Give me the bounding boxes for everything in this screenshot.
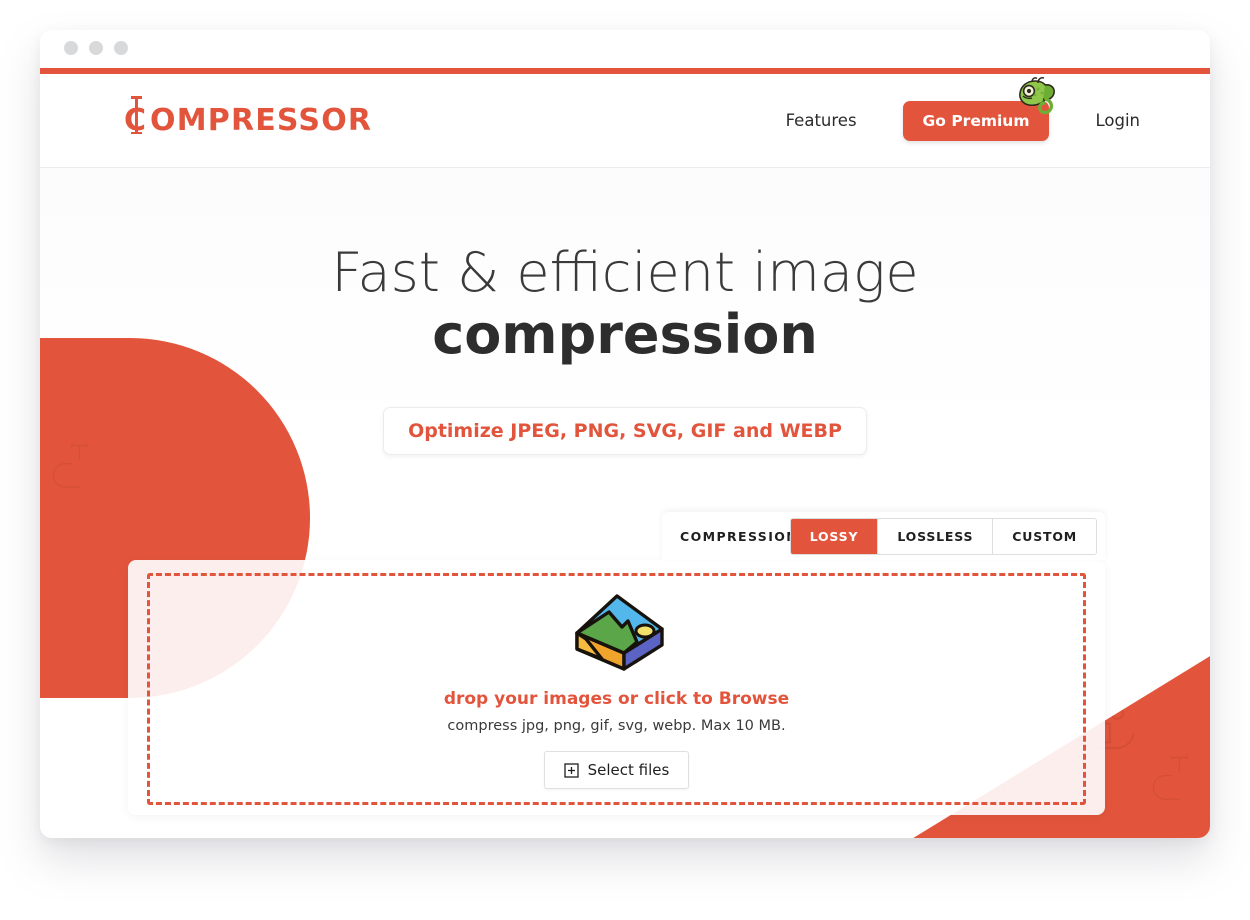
go-premium-button[interactable]: Go Premium <box>902 100 1050 141</box>
site-header: C OMPRESSOR Features Go Premium <box>40 74 1210 168</box>
nav-link-features[interactable]: Features <box>786 111 857 130</box>
select-files-button[interactable]: Select files <box>543 751 690 789</box>
compression-option-lossless[interactable]: LOSSLESS <box>878 518 994 554</box>
file-dropzone[interactable]: drop your images or click to Browse comp… <box>147 573 1086 805</box>
clamp-screw-icon <box>131 96 141 134</box>
page-title: Fast & efficient image compression <box>40 241 1210 367</box>
nav-link-login[interactable]: Login <box>1095 111 1140 130</box>
image-stack-icon <box>574 594 664 671</box>
go-premium-wrapper: Go Premium <box>902 76 1056 141</box>
compression-option-lossy[interactable]: LOSSY <box>790 518 879 554</box>
logo-clamp-icon: C <box>124 96 150 138</box>
hero-title-line-1: Fast & efficient image <box>331 241 919 304</box>
supported-formats-badge: Optimize JPEG, PNG, SVG, GIF and WEBP <box>383 406 867 455</box>
plus-square-icon <box>563 762 579 778</box>
minimize-icon[interactable] <box>89 41 103 55</box>
window-titlebar <box>40 30 1210 66</box>
maximize-icon[interactable] <box>114 41 128 55</box>
browser-window: C OMPRESSOR Features Go Premium <box>40 30 1210 838</box>
compression-type-bar: COMPRESSION TYPE ? : LOSSY LOSSLESS CUST… <box>662 512 1105 560</box>
compression-option-custom[interactable]: CUSTOM <box>993 518 1096 554</box>
logo-text: OMPRESSOR <box>150 103 373 138</box>
site-logo[interactable]: C OMPRESSOR <box>124 96 373 138</box>
main-nav: Features Go Premium Login <box>786 76 1140 141</box>
dropzone-secondary-text: compress jpg, png, gif, svg, webp. Max 1… <box>447 718 786 734</box>
page-body: Fast & efficient image compression Optim… <box>40 168 1210 838</box>
select-files-label: Select files <box>587 761 670 779</box>
dropzone-card: drop your images or click to Browse comp… <box>128 560 1105 815</box>
dropzone-primary-text: drop your images or click to Browse <box>443 689 790 709</box>
close-icon[interactable] <box>64 41 78 55</box>
hero-section: Fast & efficient image compression Optim… <box>40 168 1210 455</box>
hero-title-line-2: compression <box>432 303 818 367</box>
compression-type-options: LOSSY LOSSLESS CUSTOM <box>789 517 1097 555</box>
